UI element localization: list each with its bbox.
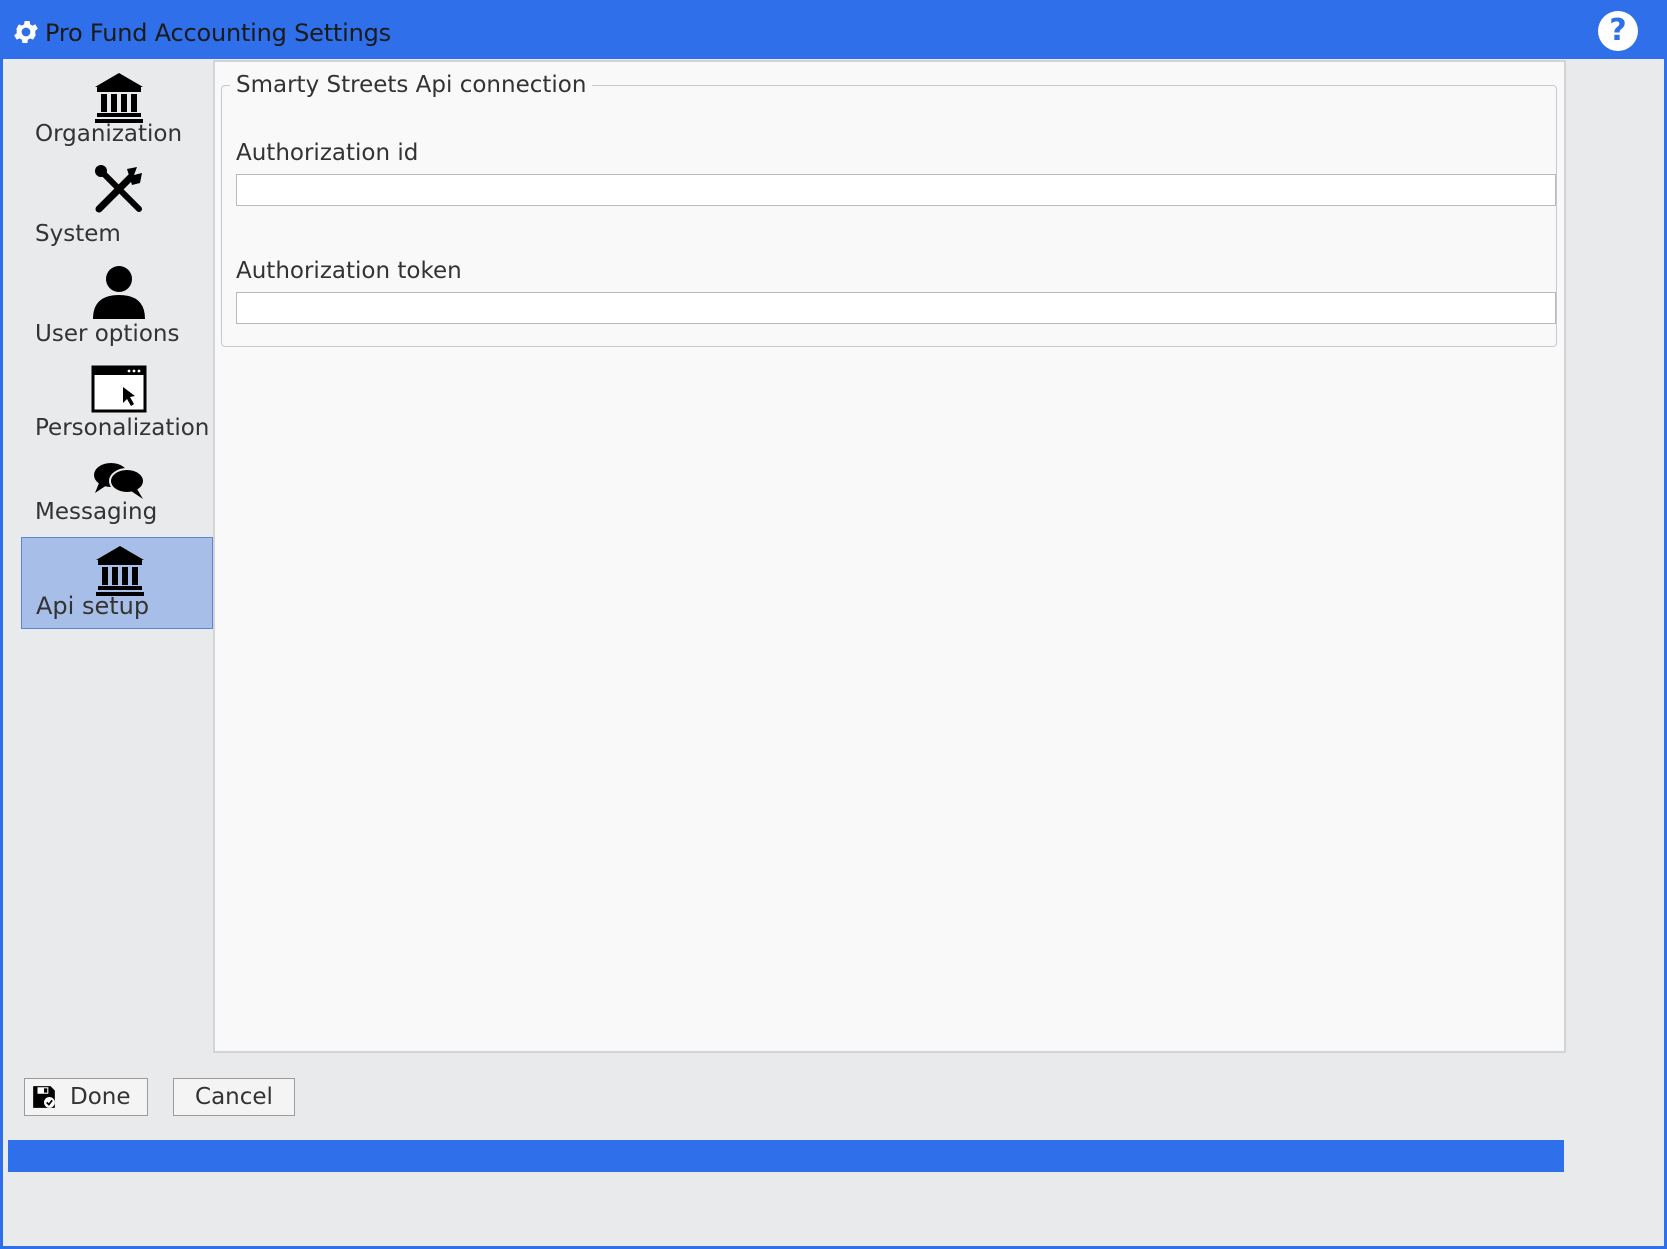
group-title: Smarty Streets Api connection xyxy=(236,72,587,98)
window-cursor-icon xyxy=(91,365,147,413)
sidebar-item-label: System xyxy=(35,221,121,247)
bank-icon xyxy=(95,73,143,123)
save-icon xyxy=(33,1086,55,1108)
user-icon xyxy=(93,266,145,319)
authorization-id-input[interactable] xyxy=(236,174,1556,206)
done-label: Done xyxy=(70,1084,131,1110)
sidebar-item-personalization[interactable]: Personalization xyxy=(21,359,213,449)
done-button[interactable]: Done xyxy=(24,1078,148,1116)
authorization-id-label: Authorization id xyxy=(236,140,419,166)
sidebar-item-label: User options xyxy=(35,321,180,347)
title-bar: Pro Fund Accounting Settings ? xyxy=(3,3,1664,59)
sidebar-item-label: Organization xyxy=(35,121,183,147)
cancel-label: Cancel xyxy=(195,1084,273,1110)
bank-icon xyxy=(96,546,144,596)
authorization-token-label: Authorization token xyxy=(236,258,462,284)
sidebar-item-system[interactable]: System xyxy=(21,159,213,255)
settings-sidebar: Organization System User options Persona… xyxy=(3,59,213,1119)
tools-icon xyxy=(95,165,142,213)
settings-content-panel: Smarty Streets Api connection Authorizat… xyxy=(213,60,1566,1053)
cancel-button[interactable]: Cancel xyxy=(173,1078,295,1116)
api-connection-group: Smarty Streets Api connection Authorizat… xyxy=(221,72,1557,347)
help-icon[interactable]: ? xyxy=(1598,11,1638,51)
authorization-token-input[interactable] xyxy=(236,292,1556,324)
window-title: Pro Fund Accounting Settings xyxy=(45,19,391,47)
sidebar-item-api-setup[interactable]: Api setup xyxy=(21,537,213,629)
status-bar xyxy=(8,1140,1564,1172)
settings-window: Pro Fund Accounting Settings ? Organizat… xyxy=(0,0,1667,1249)
sidebar-item-organization[interactable]: Organization xyxy=(21,63,213,155)
gear-icon xyxy=(14,21,38,43)
sidebar-item-label: Personalization xyxy=(35,415,210,441)
sidebar-item-label: Messaging xyxy=(35,499,158,525)
sidebar-item-label: Api setup xyxy=(36,592,150,620)
sidebar-item-messaging[interactable]: Messaging xyxy=(21,453,213,533)
sidebar-item-user-options[interactable]: User options xyxy=(21,259,213,355)
